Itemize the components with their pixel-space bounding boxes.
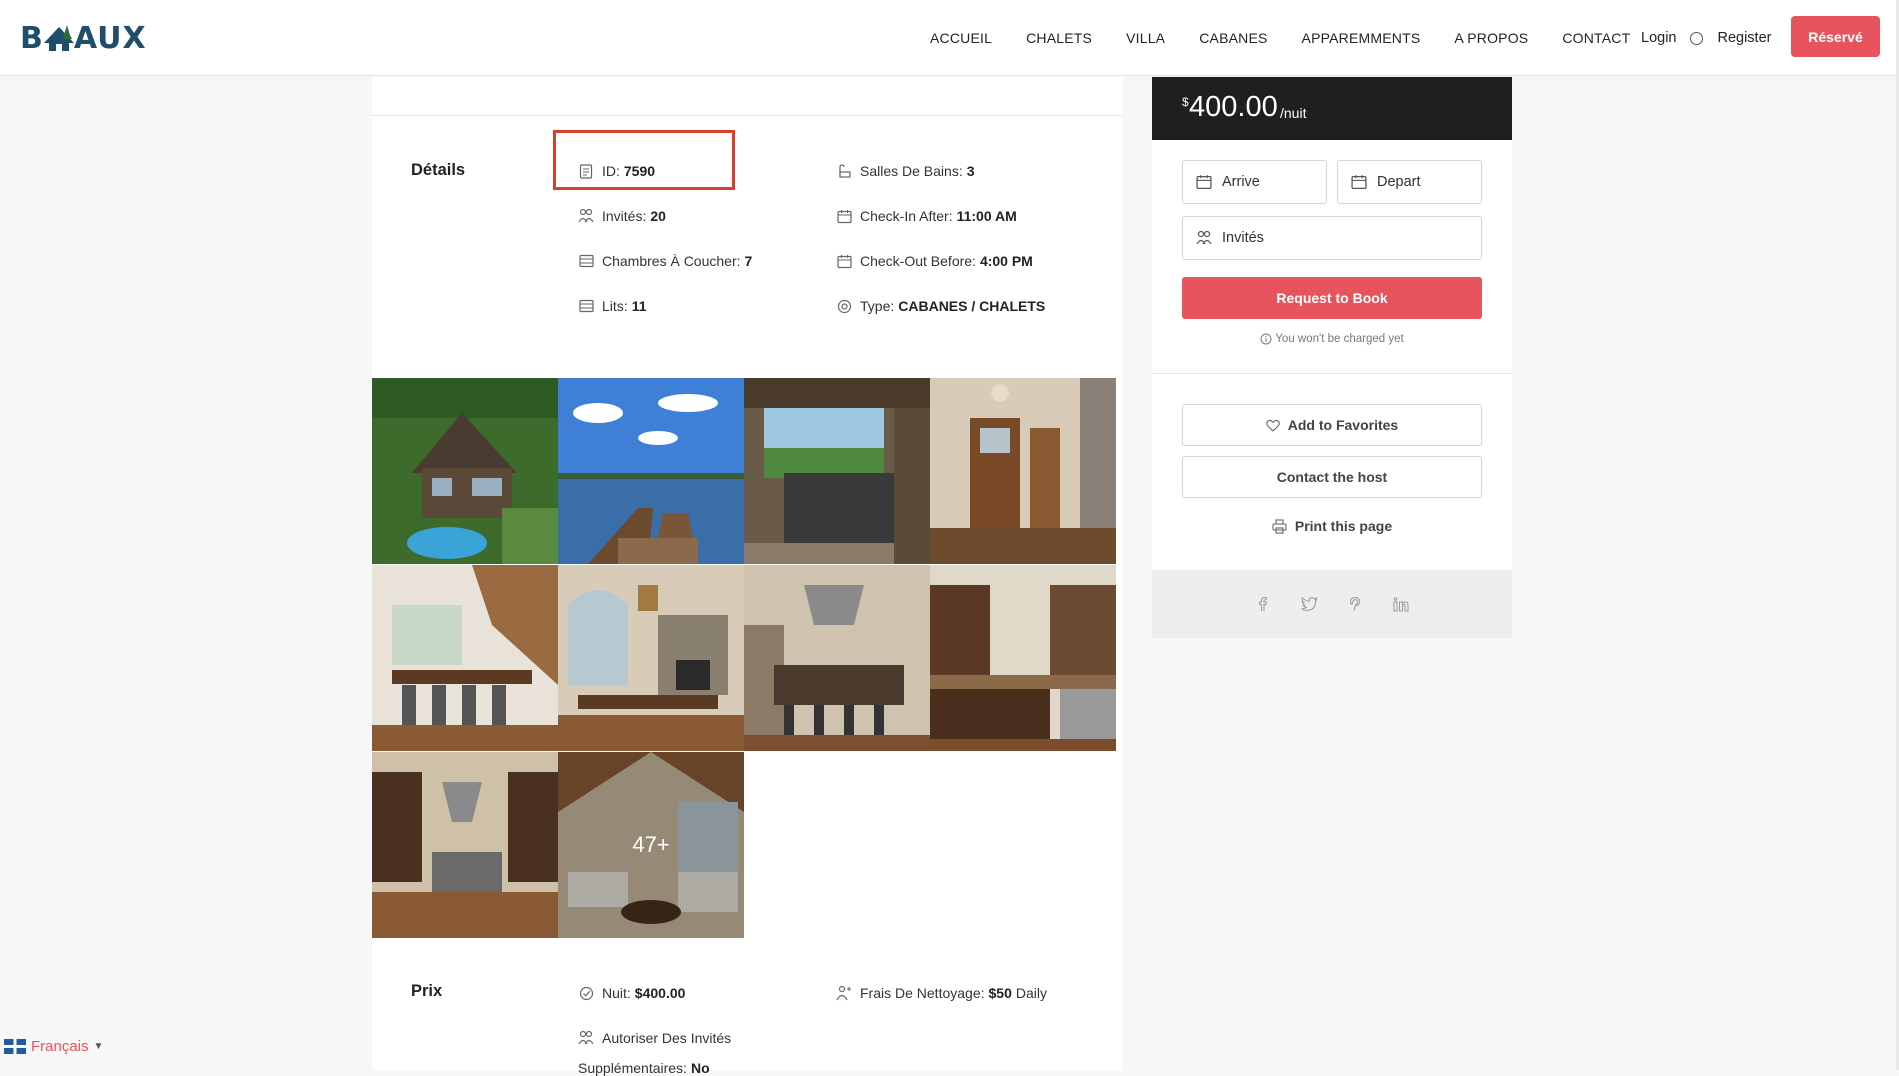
check-circle-icon bbox=[578, 985, 594, 1001]
detail-beds: Lits: 11 bbox=[578, 298, 647, 314]
nav-accueil[interactable]: ACCUEIL bbox=[930, 30, 992, 46]
nav-villa[interactable]: VILLA bbox=[1126, 30, 1165, 46]
bathtub-icon bbox=[836, 163, 852, 179]
photo-dining-fireplace bbox=[558, 565, 744, 751]
pricing-heading: Prix bbox=[411, 982, 443, 1000]
id-highlight-box bbox=[553, 130, 735, 190]
section-divider bbox=[372, 115, 1122, 116]
price-bar: $ 400.00 /nuit bbox=[1152, 77, 1512, 140]
sidebar-divider bbox=[1152, 373, 1512, 374]
add-to-favorites-button[interactable]: Add to Favorites bbox=[1182, 404, 1482, 446]
photo-dining-staircase bbox=[372, 565, 558, 751]
price-cleaning: Frais De Nettoyage: $50 Daily bbox=[836, 985, 1047, 1001]
details-heading: Détails bbox=[411, 161, 466, 179]
price-extra-guests-value: Supplémentaires: No bbox=[578, 1060, 710, 1076]
detail-bedrooms: Chambres À Coucher: 7 bbox=[578, 253, 752, 269]
calendar-icon bbox=[1196, 174, 1212, 190]
photo-aerial-chalet-pool bbox=[372, 378, 558, 564]
caret-down-icon: ▼ bbox=[93, 1041, 104, 1052]
login-link[interactable]: Login bbox=[1641, 30, 1676, 46]
guests-icon bbox=[1196, 230, 1212, 246]
reserve-button[interactable]: Réservé bbox=[1791, 16, 1880, 57]
price-extra-guests: Autoriser Des Invités bbox=[578, 1030, 731, 1046]
calendar-icon bbox=[836, 253, 852, 269]
gallery-photo[interactable] bbox=[744, 378, 930, 564]
user-circle-icon bbox=[1690, 31, 1704, 45]
gallery-photo[interactable] bbox=[930, 565, 1116, 751]
detail-id: ID: 7590 bbox=[578, 163, 655, 179]
photo-entry-door-hall bbox=[930, 378, 1116, 564]
detail-checkin: Check-In After: 11:00 AM bbox=[836, 208, 1017, 224]
quebec-flag-icon bbox=[4, 1039, 26, 1054]
printer-icon bbox=[1272, 518, 1287, 534]
request-to-book-button[interactable]: Request to Book bbox=[1182, 277, 1482, 319]
nav-apparemments[interactable]: APPAREMMENTS bbox=[1302, 30, 1421, 46]
photo-kitchen-island-bar bbox=[744, 565, 930, 751]
nav-chalets[interactable]: CHALETS bbox=[1026, 30, 1092, 46]
guests-icon bbox=[578, 1030, 594, 1046]
detail-guests: Invités: 20 bbox=[578, 208, 666, 224]
charge-note: You won't be charged yet bbox=[1152, 333, 1512, 345]
info-icon bbox=[1260, 333, 1272, 345]
gallery-photo[interactable] bbox=[558, 565, 744, 751]
more-photos-button[interactable]: 47+ bbox=[558, 752, 744, 938]
gallery-photo[interactable] bbox=[372, 378, 558, 564]
photo-hot-tub-deck bbox=[744, 378, 930, 564]
location-pin-icon bbox=[836, 298, 852, 314]
contact-host-button[interactable]: Contact the host bbox=[1182, 456, 1482, 498]
bed-icon bbox=[578, 298, 594, 314]
detail-type: Type: CABANES / CHALETS bbox=[836, 298, 1045, 314]
guests-field[interactable]: Invités bbox=[1182, 216, 1482, 260]
site-logo[interactable]: B AUX bbox=[20, 18, 147, 58]
guests-icon bbox=[578, 208, 594, 224]
photo-kitchen-counter bbox=[930, 565, 1116, 751]
print-page-button[interactable]: Print this page bbox=[1152, 518, 1512, 534]
share-bar bbox=[1152, 570, 1512, 638]
heart-icon bbox=[1265, 419, 1280, 432]
photo-lake-dock-chairs bbox=[558, 378, 744, 564]
site-header: B AUX ACCUEIL CHALETS VILLA CABANES APPA… bbox=[0, 0, 1899, 76]
cleaning-person-icon bbox=[836, 985, 852, 1001]
price-night: Nuit: $400.00 bbox=[578, 985, 685, 1001]
calendar-icon bbox=[836, 208, 852, 224]
photo-kitchen-range bbox=[372, 752, 558, 938]
detail-checkout: Check-Out Before: 4:00 PM bbox=[836, 253, 1033, 269]
twitter-icon[interactable] bbox=[1301, 596, 1318, 612]
main-nav: ACCUEIL CHALETS VILLA CABANES APPAREMMEN… bbox=[930, 0, 1664, 76]
nightly-price: 400.00 bbox=[1189, 91, 1278, 123]
language-switcher[interactable]: Français ▼ bbox=[4, 1038, 103, 1055]
document-icon bbox=[578, 163, 594, 179]
linkedin-icon[interactable] bbox=[1393, 596, 1409, 612]
detail-bathrooms: Salles De Bains: 3 bbox=[836, 163, 975, 179]
nav-cabanes[interactable]: CABANES bbox=[1199, 30, 1267, 46]
gallery-photo[interactable] bbox=[744, 565, 930, 751]
gallery-photo[interactable] bbox=[558, 378, 744, 564]
depart-date-field[interactable]: Depart bbox=[1337, 160, 1482, 204]
nav-contact[interactable]: CONTACT bbox=[1562, 30, 1630, 46]
booking-sidebar: $ 400.00 /nuit Arrive Depart Invités Req… bbox=[1152, 77, 1512, 638]
gallery-photo[interactable] bbox=[372, 565, 558, 751]
auth-links: Login Register bbox=[1641, 0, 1771, 76]
gallery-photo[interactable] bbox=[930, 378, 1116, 564]
logo-house-icon bbox=[43, 25, 74, 51]
facebook-icon[interactable] bbox=[1255, 596, 1271, 612]
arrive-date-field[interactable]: Arrive bbox=[1182, 160, 1327, 204]
gallery-photo[interactable] bbox=[372, 752, 558, 938]
bed-icon bbox=[578, 253, 594, 269]
nav-a-propos[interactable]: A PROPOS bbox=[1454, 30, 1528, 46]
gallery-photo[interactable]: 47+ bbox=[558, 752, 744, 938]
register-link[interactable]: Register bbox=[1717, 30, 1771, 46]
calendar-icon bbox=[1351, 174, 1367, 190]
pinterest-icon[interactable] bbox=[1348, 596, 1363, 612]
